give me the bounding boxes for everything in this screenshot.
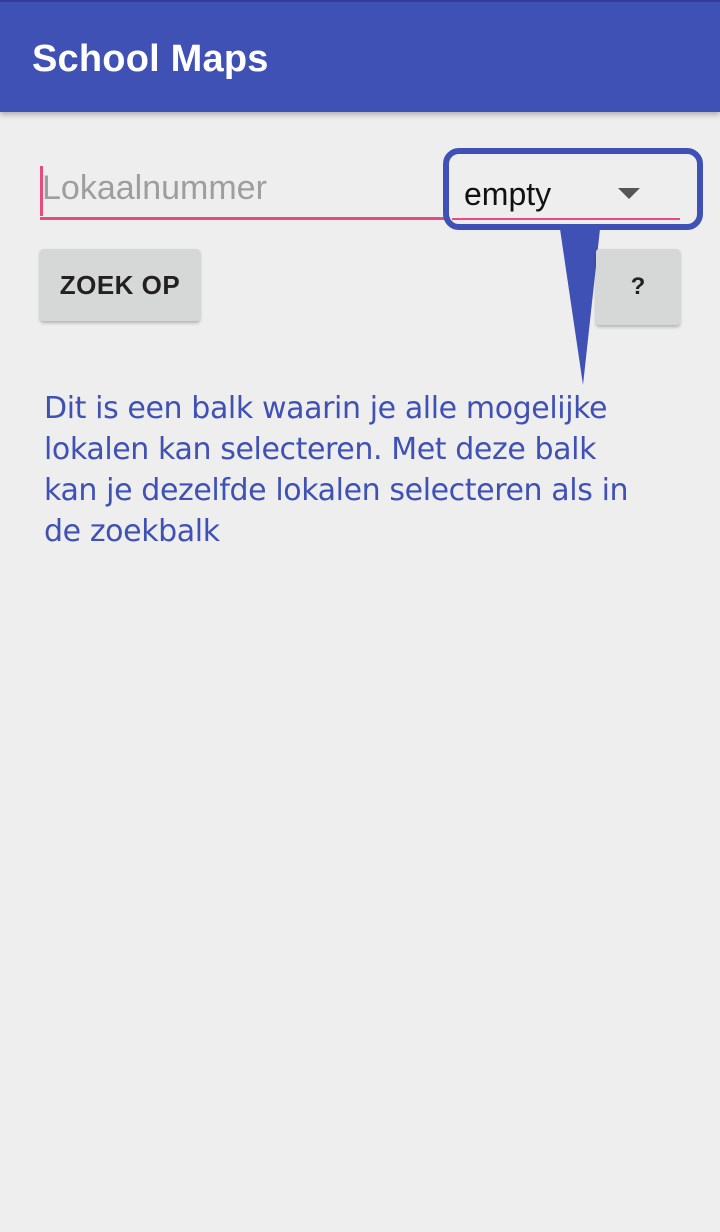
tooltip-highlight-frame	[443, 148, 703, 230]
search-button[interactable]: ZOEK OP	[40, 249, 200, 321]
text-cursor	[40, 166, 43, 216]
app-bar: School Maps	[0, 0, 720, 112]
tooltip-text: Dit is een balk waarin je alle mogelijke…	[44, 391, 629, 549]
app-title: School Maps	[32, 38, 269, 80]
help-button[interactable]: ?	[596, 249, 680, 325]
room-number-input[interactable]	[40, 160, 450, 220]
